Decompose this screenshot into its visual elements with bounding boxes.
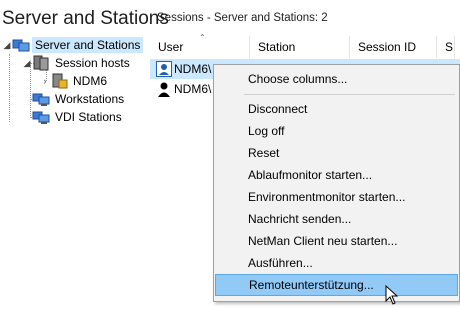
column-header-status[interactable]: S <box>437 36 455 58</box>
chevron-down-icon[interactable]: ◢ <box>2 40 12 51</box>
header-scrollbar[interactable] <box>454 36 460 58</box>
menu-item-remoteunterstuetzung[interactable]: Remoteunterstützung... <box>215 274 458 296</box>
column-header-session-id[interactable]: Session ID <box>350 36 437 58</box>
menu-item-ausfuehren[interactable]: Ausführen... <box>215 252 458 274</box>
menu-item-disconnect[interactable]: Disconnect <box>215 98 458 120</box>
tree-item-workstations[interactable]: Workstations <box>32 90 127 108</box>
tree-item-vdi-stations[interactable]: VDI Stations <box>32 108 125 126</box>
menu-item-environmentmonitor[interactable]: Environmentmonitor starten... <box>215 186 458 208</box>
tree-item-label: VDI Stations <box>55 110 122 124</box>
workstations-icon <box>32 93 50 106</box>
panel-title: Server and Stations <box>2 8 169 29</box>
sessions-heading: Sessions - Server and Stations: 2 <box>157 12 328 24</box>
column-header-station[interactable]: Station <box>250 36 350 58</box>
mouse-cursor-icon <box>385 285 399 305</box>
tree-item-label: NDM6 <box>73 74 108 88</box>
chevron-down-icon[interactable]: ◢ <box>22 58 32 69</box>
chevron-right-icon[interactable]: › <box>40 76 50 86</box>
user-session-icon <box>156 61 172 77</box>
navigation-tree: ◢ Server and Stations ◢ Session hosts › … <box>0 36 150 309</box>
tree-item-server-and-stations[interactable]: ◢ Server and Stations <box>2 36 144 54</box>
session-hosts-icon <box>33 55 49 71</box>
tree-item-session-hosts[interactable]: ◢ Session hosts <box>22 54 133 72</box>
menu-item-reset[interactable]: Reset <box>215 142 458 164</box>
menu-item-nachricht-senden[interactable]: Nachricht senden... <box>215 208 458 230</box>
vdi-stations-icon <box>32 111 50 124</box>
tree-item-ndm6[interactable]: › NDM6 <box>40 72 110 90</box>
column-header-row: User Station Session ID S <box>150 36 460 58</box>
menu-item-netman-client-neu-starten[interactable]: NetMan Client neu starten... <box>215 230 458 252</box>
menu-separator <box>244 94 455 95</box>
menu-item-choose-columns[interactable]: Choose columns... <box>215 68 458 90</box>
server-group-icon <box>12 39 30 52</box>
column-header-user[interactable]: User <box>150 36 250 58</box>
context-menu: Choose columns... Disconnect Log off Res… <box>213 64 460 302</box>
tree-item-label: Server and Stations <box>32 37 144 53</box>
user-icon <box>158 82 170 97</box>
menu-item-ablaufmonitor[interactable]: Ablaufmonitor starten... <box>215 164 458 186</box>
menu-item-log-off[interactable]: Log off <box>215 120 458 142</box>
tree-item-label: Session hosts <box>55 56 130 70</box>
tree-item-label: Workstations <box>55 92 125 106</box>
host-computer-icon <box>52 73 68 89</box>
